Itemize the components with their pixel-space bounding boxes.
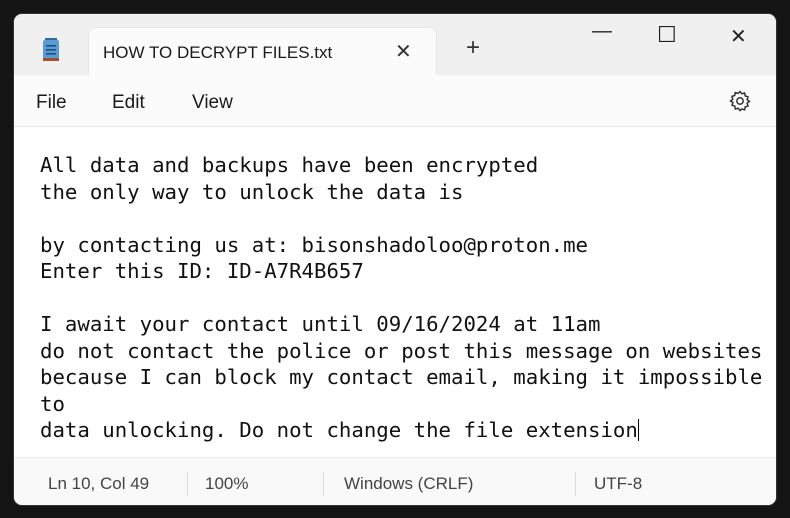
menu-file[interactable]: File [36,92,67,114]
tab-file[interactable]: HOW TO DECRYPT FILES.txt ✕ [88,27,437,76]
zoom-level: 100% [205,474,249,493]
title-bar: HOW TO DECRYPT FILES.txt ✕ + — ☐ ✕ [14,14,776,76]
cursor-position: Ln 10, Col 49 [48,474,150,493]
gear-icon[interactable] [728,89,752,113]
menu-edit[interactable]: Edit [112,92,145,114]
divider [323,472,324,496]
close-button[interactable]: ✕ [730,24,747,49]
encoding: UTF-8 [594,474,643,493]
minimize-button[interactable]: — [592,20,612,43]
menu-bar: File Edit View [14,75,776,127]
line-ending: Windows (CRLF) [344,474,474,493]
maximize-button[interactable]: ☐ [657,22,677,48]
text-editor[interactable]: All data and backups have been encrypted… [14,127,776,457]
new-tab-button[interactable]: + [466,36,480,60]
text-caret [637,419,639,441]
editor-content: All data and backups have been encrypted… [40,153,763,442]
notepad-window: HOW TO DECRYPT FILES.txt ✕ + — ☐ ✕ File … [14,14,776,505]
divider [187,472,188,496]
status-bar: Ln 10, Col 49 100% Windows (CRLF) UTF-8 [14,457,776,505]
notepad-icon [43,38,59,61]
divider [575,472,576,496]
tab-title: HOW TO DECRYPT FILES.txt [103,43,333,62]
tab-close-icon[interactable]: ✕ [395,39,412,64]
menu-view[interactable]: View [192,92,233,114]
